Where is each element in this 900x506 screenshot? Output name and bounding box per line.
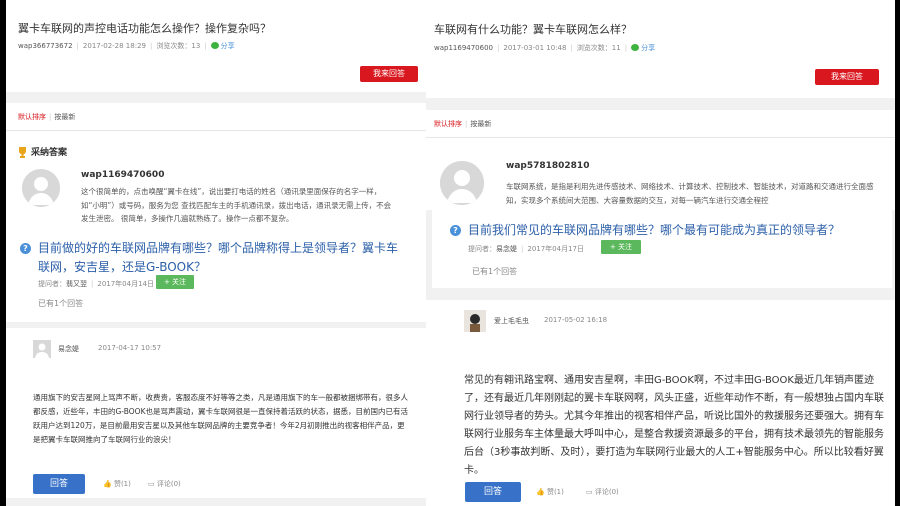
share-link[interactable]: 分享 — [221, 42, 235, 50]
question-user[interactable]: wap1169470600 — [434, 44, 493, 52]
related-question-card: ? 目前做的好的车联网品牌有哪些？哪个品牌称得上是领导者？翼卡车联网，安吉星，还… — [6, 228, 426, 322]
divider — [6, 130, 426, 131]
tab-default-sort[interactable]: 默认排序 — [434, 120, 462, 128]
question-title: 车联网有什么功能？翼卡车联网怎么样？ — [434, 23, 632, 36]
answer-username[interactable]: 易念媞 — [58, 344, 79, 354]
answer-question-button[interactable]: 我来回答 — [360, 66, 418, 82]
related-question-title[interactable]: 目前做的好的车联网品牌有哪些？哪个品牌称得上是领导者？翼卡车联网，安吉星，还是G… — [38, 239, 408, 277]
question-icon: ? — [20, 243, 31, 254]
related-question-title[interactable]: 目前我们常见的车联网品牌有哪些？哪个最有可能成为真正的领导者？ — [468, 221, 883, 240]
avatar — [464, 310, 486, 332]
answer-date: 2017-05-02 16:18 — [544, 316, 608, 324]
sort-tabs: 默认排序 | 按最新 — [18, 113, 76, 121]
like-button[interactable]: 👍 赞(1) — [103, 479, 131, 489]
answers-count: 已有1个回答 — [38, 299, 84, 308]
answerer-name[interactable]: wap1169470600 — [81, 170, 164, 180]
question-meta: wap1169470600 | 2017-03-01 10:48 | 浏览次数：11 | 分… — [434, 44, 656, 52]
question-card: 翼卡车联网的声控电话功能怎么操作？操作复杂吗？ wap366773672 | 201… — [6, 0, 426, 92]
question-meta: wap366773672 | 2017-02-28 18:29 | 浏览次数：13 | 分享 — [18, 42, 235, 50]
sort-tabs: 默认排序 | 按最新 — [434, 120, 492, 128]
related-date: 2017年04月14日 — [97, 280, 154, 288]
trophy-icon — [18, 144, 27, 158]
answers-section: 默认排序 | 按最新 wap5781802810 车联网系统，是指是利用先进传感技术… — [426, 110, 895, 210]
answerer-name[interactable]: wap5781802810 — [506, 161, 589, 171]
question-views: 浏览次数：13 — [156, 42, 201, 50]
answers-count: 已有1个回答 — [472, 267, 518, 276]
asker-name[interactable]: 翡又翌 — [66, 280, 87, 288]
answer-text: 通用旗下的安吉星网上骂声不断，收费贵，客服态度不好等等之类，凡是通用旗下的车一般… — [33, 393, 408, 444]
first-answer-text: 车联网系统，是指是利用先进传感技术、网络技术、计算技术、控制技术、智能技术，对道… — [506, 182, 874, 205]
related-question-meta: 提问者：易念媞 | 2017年04月17日 — [468, 245, 584, 253]
related-question-meta: 提问者：翡又翌 | 2017年04月14日 — [38, 280, 154, 288]
reply-button[interactable]: 回答 — [465, 482, 521, 502]
tab-latest[interactable]: 按最新 — [470, 120, 491, 128]
answers-section: 默认排序 | 按最新 采纳答案 wap1169470600 这个很简单的，点击唤醒“… — [6, 103, 426, 228]
comment-icon: ▭ — [586, 488, 593, 496]
left-screenshot-panel: 翼卡车联网的声控电话功能怎么操作？操作复杂吗？ wap366773672 | 201… — [6, 0, 426, 506]
answer-question-button[interactable]: 我来回答 — [815, 69, 879, 85]
reply-button[interactable]: 回答 — [33, 474, 85, 494]
comment-count: 评论(0) — [156, 480, 181, 488]
question-title: 翼卡车联网的声控电话功能怎么操作？操作复杂吗？ — [18, 22, 271, 35]
comment-button[interactable]: ▭ 评论(0) — [586, 487, 619, 497]
divider — [426, 137, 895, 138]
asker-label: 提问者： — [38, 280, 66, 288]
thumbs-up-icon: 👍 — [536, 488, 545, 496]
asker-label: 提问者： — [468, 245, 496, 253]
answer-date: 2017-04-17 10:57 — [98, 344, 162, 352]
comment-count: 评论(0) — [594, 488, 619, 496]
answer-username[interactable]: 爱上毛毛虫 — [494, 316, 529, 326]
comment-button[interactable]: ▭ 评论(0) — [148, 479, 181, 489]
wechat-icon[interactable] — [210, 42, 219, 49]
like-count: 赞(1) — [113, 480, 131, 488]
related-question-card: ? 目前我们常见的车联网品牌有哪些？哪个最有可能成为真正的领导者？ 提问者：易念… — [432, 210, 892, 288]
answer-card: 易念媞 2017-04-17 10:57 通用旗下的安吉星网上骂声不断，收费贵，… — [6, 328, 426, 498]
tab-latest[interactable]: 按最新 — [54, 113, 75, 121]
like-count: 赞(1) — [546, 488, 564, 496]
like-button[interactable]: 👍 赞(1) — [536, 487, 564, 497]
question-date: 2017-03-01 10:48 — [503, 44, 567, 52]
asker-name[interactable]: 易念媞 — [496, 245, 517, 253]
follow-button[interactable]: + 关注 — [156, 275, 194, 289]
avatar — [440, 161, 484, 205]
avatar — [33, 340, 51, 358]
avatar — [22, 169, 60, 207]
answer-text: 常见的有翱讯路宝啊、通用安吉星啊，丰田G-BOOK啊，不过丰田G-BOOK最近几… — [464, 375, 884, 476]
question-date: 2017-02-28 18:29 — [82, 42, 146, 50]
comment-icon: ▭ — [148, 480, 155, 488]
wechat-icon[interactable] — [631, 44, 640, 51]
question-card: 车联网有什么功能？翼卡车联网怎么样？ wap1169470600 | 2017-03… — [426, 0, 895, 98]
question-user[interactable]: wap366773672 — [18, 42, 73, 50]
thumbs-up-icon: 👍 — [103, 480, 112, 488]
answer-card: 爱上毛毛虫 2017-05-02 16:18 常见的有翱讯路宝啊、通用安吉星啊，… — [426, 300, 895, 506]
related-date: 2017年04月17日 — [527, 245, 584, 253]
question-icon: ? — [450, 225, 461, 236]
follow-button[interactable]: + 关注 — [601, 240, 641, 254]
share-link[interactable]: 分享 — [641, 44, 655, 52]
tab-default-sort[interactable]: 默认排序 — [18, 113, 46, 121]
accepted-answer-text: 这个很简单的，点击唤醒“翼卡在线”，说出要打电话的姓名（通讯录里面保存的名字一样… — [81, 187, 392, 223]
right-screenshot-panel: 车联网有什么功能？翼卡车联网怎么样？ wap1169470600 | 2017-03… — [426, 0, 895, 506]
question-views: 浏览次数：11 — [576, 44, 621, 52]
accepted-answer-heading: 采纳答案 — [31, 148, 68, 158]
